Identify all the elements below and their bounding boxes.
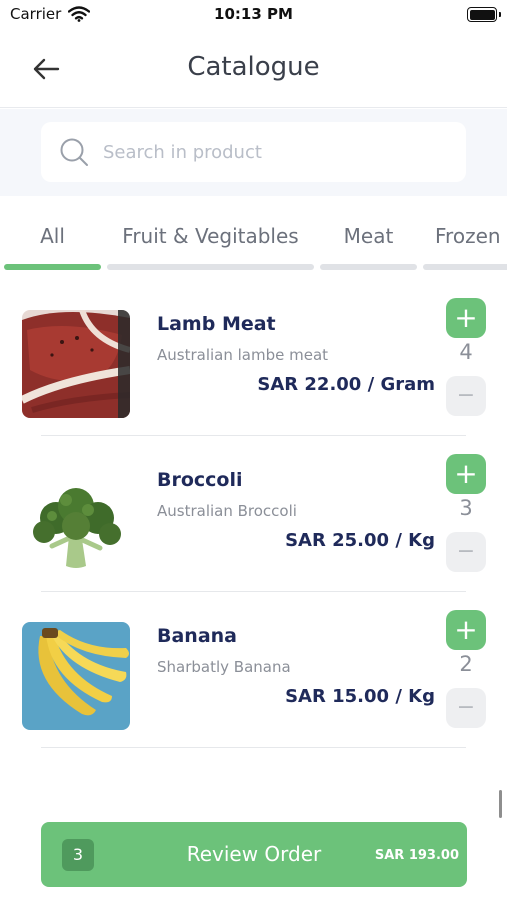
product-price: SAR 22.00 / Gram: [257, 374, 435, 395]
app-header: Catalogue: [0, 30, 507, 108]
tab-meat-indicator: [320, 264, 417, 270]
review-order-button[interactable]: 3 Review Order SAR 193.00: [41, 822, 467, 887]
scrollbar[interactable]: [499, 790, 502, 818]
battery-icon: [467, 7, 497, 22]
status-bar: Carrier 10:13 PM: [0, 0, 507, 30]
tab-fruit-vegitables[interactable]: Fruit & Vegitables: [107, 196, 314, 270]
product-name: Broccoli: [157, 469, 243, 491]
lamb-meat-image: [22, 310, 130, 418]
broccoli-image: [22, 466, 130, 574]
product-name: Lamb Meat: [157, 313, 276, 335]
tab-frozen-label: Frozen: [435, 224, 501, 248]
quantity-value: 2: [459, 652, 473, 676]
list-item: Lamb Meat Australian lambe meat SAR 22.0…: [0, 280, 507, 436]
tab-meat-label: Meat: [343, 224, 394, 248]
search-box[interactable]: [41, 122, 466, 182]
list-item: Banana Sharbatly Banana SAR 15.00 / Kg +…: [0, 592, 507, 748]
product-name: Banana: [157, 625, 237, 647]
clock: 10:13 PM: [214, 5, 293, 23]
quantity-value: 4: [459, 340, 473, 364]
search-input[interactable]: [103, 141, 423, 163]
search-icon: [60, 138, 88, 166]
tab-frozen-indicator: [423, 264, 507, 270]
decrease-quantity-button[interactable]: −: [446, 376, 486, 416]
increase-quantity-button[interactable]: +: [446, 454, 486, 494]
tab-fruit-vegitables-indicator: [107, 264, 314, 270]
decrease-quantity-button[interactable]: −: [446, 688, 486, 728]
order-total: SAR 193.00: [374, 848, 459, 863]
banana-image: [22, 622, 130, 730]
decrease-quantity-button[interactable]: −: [446, 532, 486, 572]
product-description: Australian lambe meat: [157, 346, 329, 364]
product-description: Australian Broccoli: [157, 502, 297, 520]
divider: [41, 747, 466, 748]
quantity-value: 3: [459, 496, 473, 520]
product-price: SAR 25.00 / Kg: [285, 530, 435, 551]
product-description: Sharbatly Banana: [157, 658, 291, 676]
tab-all-indicator: [4, 264, 101, 270]
tab-all[interactable]: All: [4, 196, 101, 270]
battery-tip: [499, 12, 501, 17]
tab-fruit-vegitables-label: Fruit & Vegitables: [122, 224, 299, 248]
search-section: [0, 109, 507, 196]
category-tabs: All Fruit & Vegitables Meat Frozen: [0, 196, 507, 274]
page-title: Catalogue: [187, 52, 320, 82]
product-price: SAR 15.00 / Kg: [285, 686, 435, 707]
tab-meat[interactable]: Meat: [320, 196, 417, 270]
tab-frozen[interactable]: Frozen: [423, 196, 507, 270]
increase-quantity-button[interactable]: +: [446, 610, 486, 650]
list-item: Broccoli Australian Broccoli SAR 25.00 /…: [0, 436, 507, 592]
tab-all-label: All: [40, 224, 65, 248]
increase-quantity-button[interactable]: +: [446, 298, 486, 338]
